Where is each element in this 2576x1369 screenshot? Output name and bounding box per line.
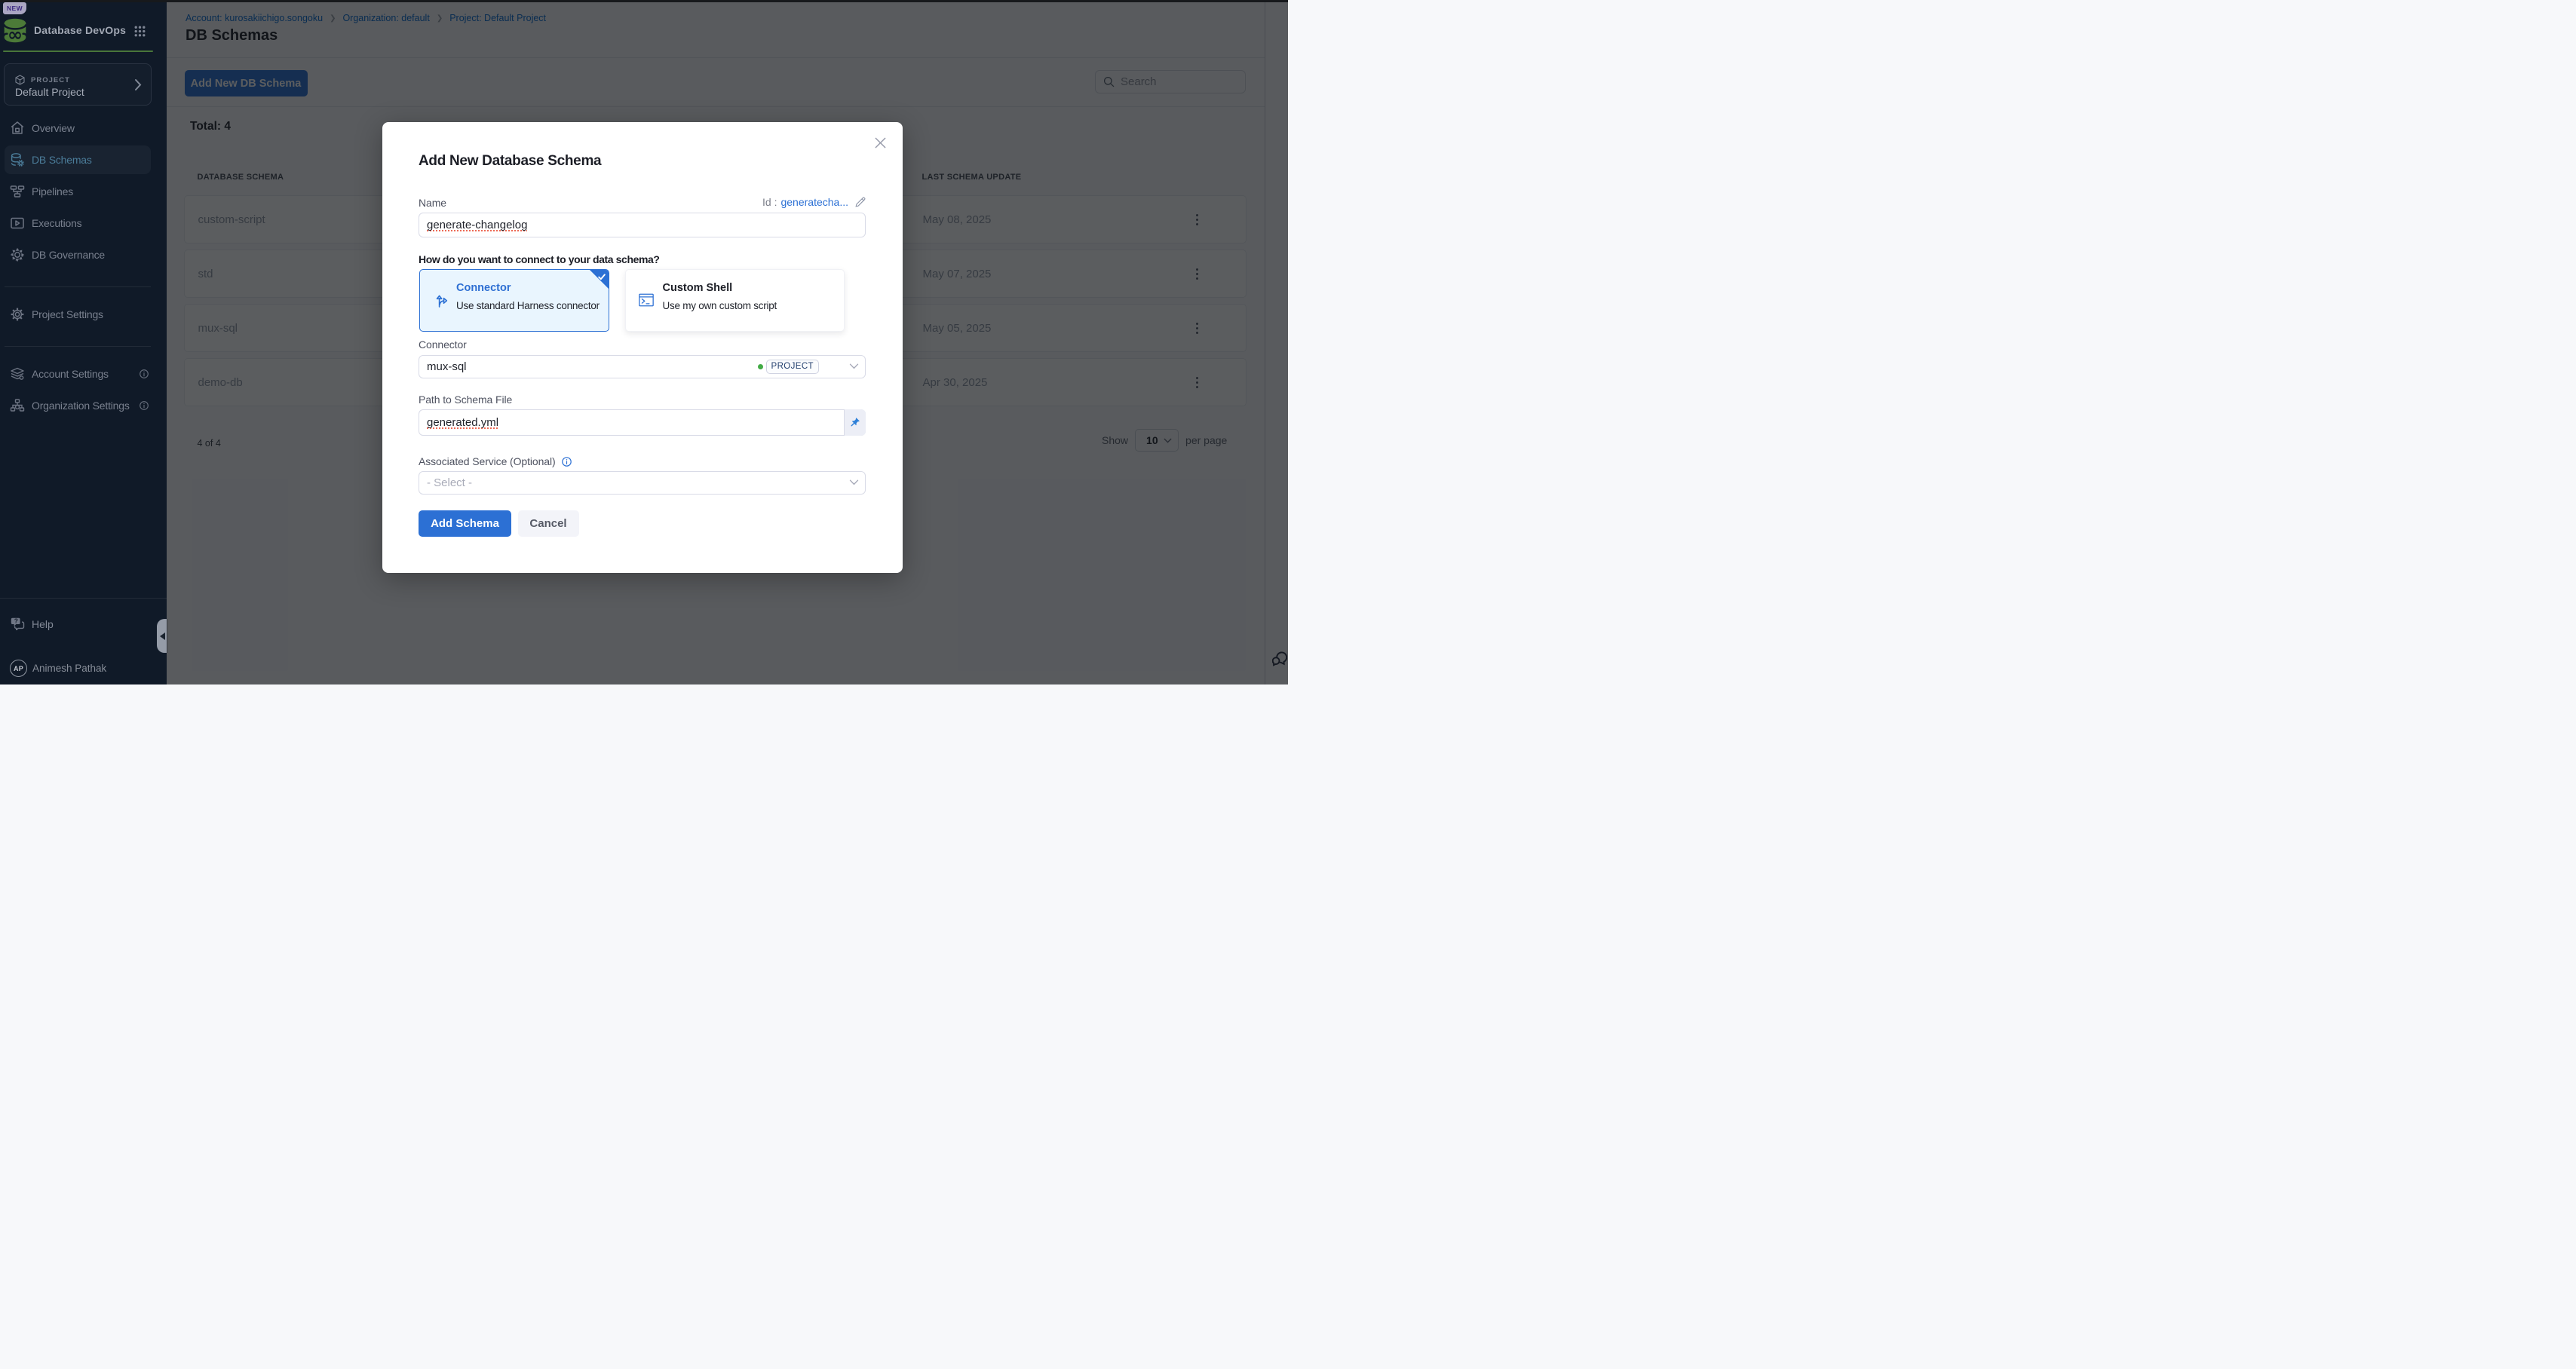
name-value: generate-changelog <box>427 219 527 231</box>
pin-icon <box>850 417 860 427</box>
sidebar-collapse-handle[interactable] <box>157 619 167 653</box>
sidebar-item-executions[interactable]: Executions <box>5 209 151 237</box>
sidebar-item-help[interactable]: ? Help <box>11 617 54 630</box>
path-value: generated.yml <box>427 416 498 429</box>
user-avatar: AP <box>10 660 27 677</box>
sidebar-item-organization-settings[interactable]: Organization Settings <box>5 391 151 420</box>
select-adornments: PROJECT <box>758 356 860 378</box>
chevron-down-icon <box>849 479 859 485</box>
connector-status-dot <box>758 364 763 369</box>
svg-text:?: ? <box>14 617 18 625</box>
collapse-arrow-icon <box>160 632 165 640</box>
app-title: Database DevOps <box>34 24 126 36</box>
sidebar-item-label: Project Settings <box>32 308 103 320</box>
select-adornments <box>819 472 860 494</box>
sidebar-item-label: Executions <box>32 217 81 229</box>
project-label-row: PROJECT <box>15 75 70 85</box>
app-grid-icon[interactable] <box>134 26 146 37</box>
nav-divider <box>5 286 151 287</box>
id-prefix: Id : <box>762 196 777 208</box>
scope-tag: PROJECT <box>766 360 819 374</box>
name-input[interactable]: generate-changelog <box>419 213 866 237</box>
executions-icon <box>10 216 25 231</box>
app-logo-row: ∞ Database DevOps <box>3 17 126 43</box>
user-profile[interactable]: AP Animesh Pathak <box>10 660 106 677</box>
sidebar-divider <box>0 598 167 599</box>
new-badge: NEW <box>3 2 26 14</box>
info-icon <box>562 457 572 467</box>
sidebar-item-db-governance[interactable]: DB Governance <box>5 240 151 269</box>
associated-service-label: Associated Service (Optional) <box>419 455 572 467</box>
option-card-custom-shell[interactable]: Custom Shell Use my own custom script <box>625 269 845 332</box>
connector-option-subtitle: Use standard Harness connector <box>456 300 600 311</box>
custom-shell-option-title: Custom Shell <box>663 282 733 294</box>
path-input[interactable]: generated.yml <box>419 409 866 436</box>
close-icon[interactable] <box>875 137 886 149</box>
connector-value: mux-sql <box>427 360 467 373</box>
project-name: Default Project <box>15 86 84 98</box>
id-value-link[interactable]: generatecha... <box>780 196 848 208</box>
custom-shell-option-subtitle: Use my own custom script <box>663 300 777 311</box>
sidebar-item-overview[interactable]: Overview <box>5 114 151 142</box>
project-selector[interactable]: PROJECT Default Project <box>4 63 152 106</box>
associated-service-select[interactable]: - Select - <box>419 471 866 495</box>
info-icon <box>140 401 149 410</box>
layers-gear-icon <box>10 366 25 381</box>
associated-service-text: Associated Service (Optional) <box>419 455 556 467</box>
add-schema-modal: Add New Database Schema Name Id : genera… <box>382 122 903 573</box>
db-schema-icon <box>10 152 25 167</box>
entity-id-row: Id : generatecha... <box>762 196 866 208</box>
name-label: Name <box>419 197 446 209</box>
check-icon <box>598 274 606 280</box>
sidebar-item-account-settings[interactable]: Account Settings <box>5 360 151 388</box>
cube-icon <box>15 75 25 85</box>
user-name: Animesh Pathak <box>32 663 106 674</box>
chevron-down-icon <box>849 363 859 369</box>
sidebar-item-label: Overview <box>32 122 75 134</box>
info-icon <box>140 369 149 378</box>
nav-divider <box>5 346 151 347</box>
branch-arrows-icon <box>435 292 450 308</box>
sidebar-item-label: DB Schemas <box>32 154 92 166</box>
chevron-right-icon <box>134 78 142 91</box>
sidebar-item-label: DB Governance <box>32 249 105 261</box>
sidebar-item-label: Organization Settings <box>32 400 130 412</box>
modal-buttons: Add Schema Cancel <box>419 510 579 537</box>
top-banner <box>0 0 1288 2</box>
modal-title: Add New Database Schema <box>419 153 601 170</box>
sidebar-item-pipelines[interactable]: Pipelines <box>5 177 151 206</box>
home-icon <box>10 121 25 136</box>
project-scope-label: PROJECT <box>31 76 70 84</box>
governance-icon <box>10 247 25 262</box>
service-placeholder: - Select - <box>427 476 472 489</box>
option-card-connector[interactable]: Connector Use standard Harness connector <box>419 269 609 332</box>
svg-text:∞: ∞ <box>8 24 23 43</box>
help-chat-icon: ? <box>11 617 25 630</box>
terminal-icon <box>639 292 654 308</box>
sidebar-item-db-schemas[interactable]: DB Schemas <box>5 145 151 174</box>
pipelines-icon <box>10 184 25 199</box>
sidebar-item-label: Account Settings <box>32 368 109 380</box>
sidebar-green-divider <box>3 51 153 52</box>
pin-button[interactable] <box>844 409 866 436</box>
help-label: Help <box>32 618 54 630</box>
add-schema-button[interactable]: Add Schema <box>419 510 511 537</box>
database-devops-logo-icon: ∞ <box>3 18 27 43</box>
sidebar-item-label: Pipelines <box>32 185 73 198</box>
connector-option-title: Connector <box>456 282 511 294</box>
connect-question-label: How do you want to connect to your data … <box>419 253 660 265</box>
sidebar-item-project-settings[interactable]: Project Settings <box>5 300 151 329</box>
connector-select[interactable]: mux-sql PROJECT <box>419 355 866 378</box>
cancel-button[interactable]: Cancel <box>518 510 579 537</box>
org-gear-icon <box>10 398 25 413</box>
path-label: Path to Schema File <box>419 394 512 406</box>
gear-icon <box>10 307 25 322</box>
connector-label: Connector <box>419 338 467 351</box>
edit-pencil-icon[interactable] <box>855 197 866 207</box>
sidebar: NEW ∞ Database DevOps PROJECT Default Pr… <box>0 2 167 684</box>
